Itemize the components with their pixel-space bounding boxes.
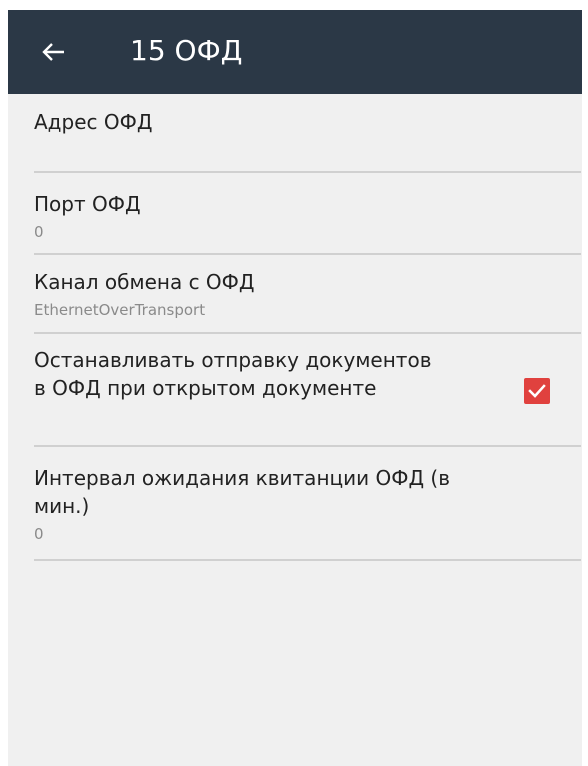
pref-ofd-address[interactable]: Адрес ОФД	[34, 108, 581, 136]
pref-ofd-port[interactable]: Порт ОФД 0	[34, 190, 581, 242]
right-border	[582, 0, 588, 766]
pref-ofd-address-title: Адрес ОФД	[34, 110, 153, 134]
divider	[34, 332, 581, 334]
arrow-left-icon	[42, 43, 64, 61]
pref-receipt-interval-title-line2: мин.)	[34, 494, 90, 518]
pref-stop-sending-title-line1: Останавливать отправку документов	[34, 348, 432, 372]
pref-ofd-port-value: 0	[34, 223, 44, 241]
pref-receipt-interval-value: 0	[34, 525, 44, 543]
page-title: 15 ОФД	[130, 34, 243, 67]
stop-sending-checkbox[interactable]	[524, 378, 550, 404]
pref-receipt-interval-title-line1: Интервал ожидания квитанции ОФД (в	[34, 466, 451, 490]
pref-ofd-channel-title: Канал обмена с ОФД	[34, 270, 255, 294]
checkmark-icon	[528, 384, 546, 398]
divider	[34, 559, 581, 561]
divider	[34, 253, 581, 255]
pref-stop-sending[interactable]: Останавливать отправку документов в ОФД …	[34, 346, 514, 402]
pref-ofd-channel[interactable]: Канал обмена с ОФД EthernetOverTransport	[34, 268, 581, 320]
app-bar: 15 ОФД	[8, 10, 582, 94]
pref-ofd-port-title: Порт ОФД	[34, 192, 141, 216]
divider	[34, 445, 581, 447]
left-border	[0, 0, 8, 766]
pref-receipt-interval[interactable]: Интервал ожидания квитанции ОФД (в мин.)…	[34, 464, 581, 544]
back-button[interactable]	[36, 34, 72, 70]
divider	[34, 171, 581, 173]
top-border	[0, 0, 588, 10]
preferences-list: Адрес ОФД Порт ОФД 0 Канал обмена с ОФД …	[8, 94, 582, 766]
screen: Адрес ОФД Порт ОФД 0 Канал обмена с ОФД …	[0, 0, 588, 766]
pref-stop-sending-title-line2: в ОФД при открытом документе	[34, 376, 377, 400]
pref-ofd-channel-value: EthernetOverTransport	[34, 301, 206, 319]
